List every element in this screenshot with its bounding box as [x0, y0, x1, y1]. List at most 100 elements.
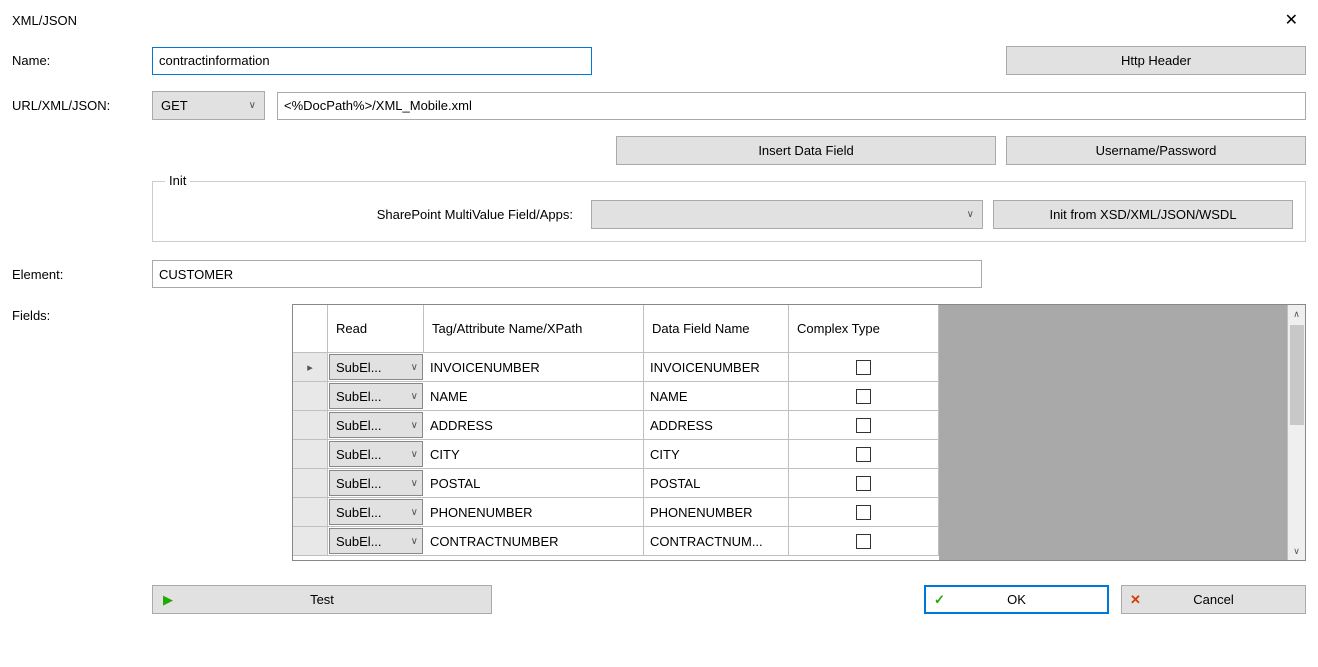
- read-combo-value: SubEl...: [336, 360, 382, 375]
- chevron-down-icon: ∨: [249, 100, 256, 111]
- grid-header-read[interactable]: Read: [328, 305, 424, 352]
- read-cell: SubEl...∨: [328, 411, 424, 439]
- grid-scrollbar[interactable]: ∧ ∨: [1287, 305, 1305, 560]
- read-combo-value: SubEl...: [336, 389, 382, 404]
- username-password-button[interactable]: Username/Password: [1006, 136, 1306, 165]
- complex-type-cell[interactable]: [789, 411, 939, 439]
- tag-cell[interactable]: POSTAL: [424, 469, 644, 497]
- close-icon[interactable]: ✕: [1277, 8, 1306, 32]
- complex-type-cell[interactable]: [789, 382, 939, 410]
- tag-cell[interactable]: PHONENUMBER: [424, 498, 644, 526]
- complex-type-cell[interactable]: [789, 353, 939, 381]
- url-input[interactable]: [277, 92, 1306, 120]
- data-field-name-cell[interactable]: PHONENUMBER: [644, 498, 789, 526]
- sharepoint-select[interactable]: ∨: [591, 200, 983, 229]
- table-row[interactable]: SubEl...∨CONTRACTNUMBERCONTRACTNUM...: [293, 527, 939, 556]
- complex-type-cell[interactable]: [789, 469, 939, 497]
- read-combo-value: SubEl...: [336, 505, 382, 520]
- element-input[interactable]: [152, 260, 982, 288]
- read-cell: SubEl... ∨: [328, 440, 424, 468]
- read-cell: SubEl...∨: [328, 527, 424, 555]
- table-row[interactable]: SubEl...∨ADDRESSADDRESS: [293, 411, 939, 440]
- name-input[interactable]: [152, 47, 592, 75]
- row-selector[interactable]: [293, 440, 328, 468]
- init-from-xsd-button[interactable]: Init from XSD/XML/JSON/WSDL: [993, 200, 1293, 229]
- read-combo[interactable]: SubEl...∨: [329, 354, 423, 380]
- complex-type-checkbox[interactable]: [856, 447, 871, 462]
- check-icon: ✓: [934, 592, 945, 608]
- data-field-name-cell[interactable]: INVOICENUMBER: [644, 353, 789, 381]
- complex-type-checkbox[interactable]: [856, 505, 871, 520]
- grid-header-data-field-name[interactable]: Data Field Name: [644, 305, 789, 352]
- http-method-select[interactable]: GET ∨: [152, 91, 265, 120]
- test-button-label: Test: [310, 592, 334, 607]
- table-row[interactable]: SubEl... ∨ CITYCITY: [293, 440, 939, 469]
- read-combo[interactable]: SubEl...∨: [329, 499, 423, 525]
- read-combo-value: SubEl...: [336, 534, 382, 549]
- window-title: XML/JSON: [12, 13, 77, 28]
- scroll-up-icon[interactable]: ∧: [1290, 305, 1304, 323]
- complex-type-checkbox[interactable]: [856, 360, 871, 375]
- row-selector[interactable]: [293, 382, 328, 410]
- read-cell: SubEl... ∨: [328, 382, 424, 410]
- row-selector[interactable]: [293, 469, 328, 497]
- data-field-name-cell[interactable]: CITY: [644, 440, 789, 468]
- read-combo-value: SubEl...: [336, 476, 382, 491]
- row-selector[interactable]: [293, 411, 328, 439]
- read-combo-value: SubEl...: [336, 418, 382, 433]
- chevron-down-icon: ∨: [967, 209, 974, 220]
- complex-type-checkbox[interactable]: [856, 534, 871, 549]
- scroll-thumb[interactable]: [1290, 325, 1304, 425]
- test-button[interactable]: ▶ Test: [152, 585, 492, 614]
- cancel-button-label: Cancel: [1193, 592, 1233, 607]
- table-row[interactable]: SubEl...∨POSTALPOSTAL: [293, 469, 939, 498]
- data-field-name-cell[interactable]: ADDRESS: [644, 411, 789, 439]
- tag-cell[interactable]: INVOICENUMBER: [424, 353, 644, 381]
- tag-cell[interactable]: CITY: [424, 440, 644, 468]
- table-row[interactable]: ▸SubEl...∨INVOICENUMBERINVOICENUMBER: [293, 353, 939, 382]
- ok-button[interactable]: ✓ OK: [924, 585, 1109, 614]
- grid-header-complex-type[interactable]: Complex Type: [789, 305, 939, 352]
- complex-type-cell[interactable]: [789, 527, 939, 555]
- grid-header-tag[interactable]: Tag/Attribute Name/XPath: [424, 305, 644, 352]
- insert-data-field-button[interactable]: Insert Data Field: [616, 136, 996, 165]
- read-combo-value: SubEl...: [336, 447, 382, 462]
- data-field-name-cell[interactable]: NAME: [644, 382, 789, 410]
- cancel-button[interactable]: ✕ Cancel: [1121, 585, 1306, 614]
- fields-label: Fields:: [12, 304, 152, 323]
- complex-type-cell[interactable]: [789, 498, 939, 526]
- data-field-name-cell[interactable]: POSTAL: [644, 469, 789, 497]
- http-header-button[interactable]: Http Header: [1006, 46, 1306, 75]
- init-legend: Init: [165, 173, 190, 188]
- name-label: Name:: [12, 53, 152, 68]
- row-selector[interactable]: [293, 527, 328, 555]
- init-fieldset: Init SharePoint MultiValue Field/Apps: ∨…: [152, 181, 1306, 242]
- complex-type-checkbox[interactable]: [856, 476, 871, 491]
- read-combo[interactable]: SubEl...∨: [329, 470, 423, 496]
- x-icon: ✕: [1130, 592, 1141, 608]
- read-combo[interactable]: SubEl...∨: [329, 528, 423, 554]
- read-combo[interactable]: SubEl... ∨: [329, 383, 423, 409]
- tag-cell[interactable]: NAME: [424, 382, 644, 410]
- row-selector[interactable]: ▸: [293, 353, 328, 381]
- play-icon: ▶: [163, 592, 173, 608]
- read-cell: SubEl...∨: [328, 469, 424, 497]
- complex-type-cell[interactable]: [789, 440, 939, 468]
- ok-button-label: OK: [1007, 592, 1026, 607]
- complex-type-checkbox[interactable]: [856, 418, 871, 433]
- read-combo[interactable]: SubEl...∨: [329, 412, 423, 438]
- chevron-down-icon: ∨: [411, 391, 418, 402]
- tag-cell[interactable]: CONTRACTNUMBER: [424, 527, 644, 555]
- table-row[interactable]: SubEl...∨PHONENUMBERPHONENUMBER: [293, 498, 939, 527]
- read-combo[interactable]: SubEl... ∨: [329, 441, 423, 467]
- fields-grid: Read Tag/Attribute Name/XPath Data Field…: [292, 304, 1306, 561]
- data-field-name-cell[interactable]: CONTRACTNUM...: [644, 527, 789, 555]
- table-row[interactable]: SubEl... ∨ NAMENAME: [293, 382, 939, 411]
- scroll-down-icon[interactable]: ∨: [1288, 542, 1305, 560]
- chevron-down-icon: ∨: [411, 449, 418, 460]
- complex-type-checkbox[interactable]: [856, 389, 871, 404]
- tag-cell[interactable]: ADDRESS: [424, 411, 644, 439]
- grid-header-selector: [293, 305, 328, 352]
- element-label: Element:: [12, 267, 152, 282]
- row-selector[interactable]: [293, 498, 328, 526]
